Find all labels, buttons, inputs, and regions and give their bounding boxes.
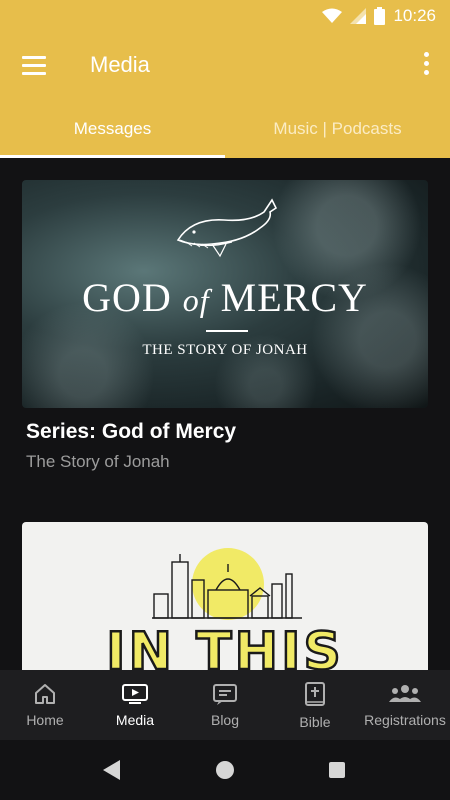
menu-icon[interactable] xyxy=(22,54,48,76)
nav-label-media: Media xyxy=(115,712,155,728)
artwork-divider xyxy=(206,330,248,332)
system-nav-bar xyxy=(0,740,450,800)
status-time: 10:26 xyxy=(393,6,436,25)
recents-icon[interactable] xyxy=(329,762,345,778)
app-bar: Media xyxy=(0,32,450,100)
nav-label-home: Home xyxy=(26,712,64,728)
people-icon xyxy=(389,685,421,702)
artwork-subtitle: THE STORY OF JONAH xyxy=(142,342,308,358)
back-icon[interactable] xyxy=(102,759,122,781)
nav-label-bible: Bible xyxy=(299,714,331,730)
series-subtitle: The Story of Jonah xyxy=(26,452,170,471)
signal-icon xyxy=(350,8,367,24)
whale-icon xyxy=(176,198,278,258)
nav-label-registrations: Registrations xyxy=(364,712,446,728)
city-skyline-icon xyxy=(152,554,302,619)
artwork-title: GOD of MERCY xyxy=(82,275,368,320)
status-icons xyxy=(322,7,386,25)
series-card-artwork[interactable]: GOD of MERCY THE STORY OF JONAH xyxy=(22,180,428,408)
nav-item-blog[interactable]: Blog xyxy=(180,670,270,740)
tab-music-podcasts[interactable]: Music | Podcasts xyxy=(225,100,450,158)
nav-item-media[interactable]: Media xyxy=(90,670,180,740)
tab-messages[interactable]: Messages xyxy=(0,100,225,158)
nav-label-blog: Blog xyxy=(210,712,240,728)
tv-play-icon xyxy=(122,684,148,704)
series-title: Series: God of Mercy xyxy=(26,420,237,443)
series-card-artwork-2[interactable]: IN THIS xyxy=(22,522,428,670)
home-button-icon[interactable] xyxy=(216,761,234,779)
more-vert-icon[interactable] xyxy=(420,52,432,78)
page-title: Media xyxy=(90,52,150,77)
battery-icon xyxy=(374,7,386,25)
wifi-icon xyxy=(322,8,343,23)
bible-icon xyxy=(305,682,325,706)
bottom-nav: Home Media Blog Bible Registrations xyxy=(0,670,450,740)
nav-item-bible[interactable]: Bible xyxy=(270,670,360,740)
series-card-text[interactable]: Series: God of Mercy The Story of Jonah xyxy=(26,420,236,472)
blog-icon xyxy=(213,684,237,705)
tab-bar: Messages Music | Podcasts xyxy=(0,100,450,158)
nav-item-home[interactable]: Home xyxy=(0,670,90,740)
artwork-title-2: IN THIS xyxy=(105,621,344,670)
home-icon xyxy=(35,684,55,704)
status-bar: 10:26 xyxy=(0,0,450,32)
nav-item-registrations[interactable]: Registrations xyxy=(360,670,450,740)
media-list[interactable]: GOD of MERCY THE STORY OF JONAH Series: … xyxy=(0,158,450,670)
